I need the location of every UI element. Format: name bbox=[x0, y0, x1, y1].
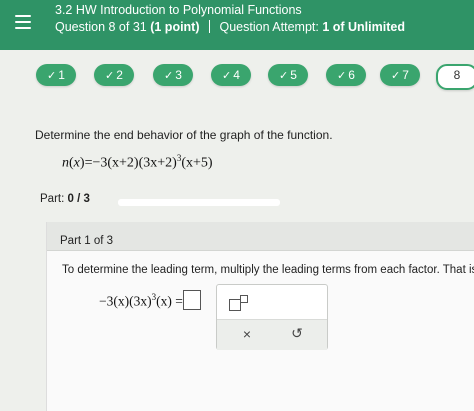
question-nav-item-6[interactable]: ✓ 6 bbox=[326, 64, 366, 86]
attempt-value: 1 of Unlimited bbox=[322, 20, 405, 34]
check-icon: ✓ bbox=[164, 70, 174, 82]
check-icon: ✓ bbox=[105, 70, 115, 82]
part-header: Part 1 of 3 bbox=[47, 222, 474, 251]
answer-input[interactable] bbox=[183, 290, 201, 310]
undo-button[interactable]: ↺ bbox=[287, 325, 307, 342]
math-palette: × ↺ bbox=[216, 284, 328, 350]
question-nav-item-1[interactable]: ✓ 1 bbox=[36, 64, 76, 86]
assignment-header: 3.2 HW Introduction to Polynomial Functi… bbox=[0, 0, 474, 50]
part-panel: Part 1 of 3 To determine the leading ter… bbox=[46, 222, 474, 411]
clear-button[interactable]: × bbox=[237, 326, 257, 342]
question-nav-item-5[interactable]: ✓ 5 bbox=[268, 64, 308, 86]
check-icon: ✓ bbox=[391, 70, 401, 82]
part-instruction: To determine the leading term, multiply … bbox=[62, 264, 474, 276]
check-icon: ✓ bbox=[47, 70, 57, 82]
question-nav-item-3[interactable]: ✓ 3 bbox=[153, 64, 193, 86]
function-equation: n(x)=−3(x+2)(3x+2)3(x+5) bbox=[62, 153, 213, 171]
exponent-template-sup bbox=[240, 295, 248, 303]
question-nav-item-8[interactable]: 8 bbox=[436, 64, 474, 90]
header-divider bbox=[209, 20, 210, 33]
menu-icon[interactable] bbox=[15, 15, 31, 29]
assignment-title: 3.2 HW Introduction to Polynomial Functi… bbox=[55, 3, 302, 17]
question-nav: ✓ 1 ✓ 2 ✓ 3 ✓ 4 ✓ 5 ✓ 6 ✓ 7 8 bbox=[0, 64, 474, 90]
check-icon: ✓ bbox=[222, 70, 232, 82]
question-nav-item-2[interactable]: ✓ 2 bbox=[94, 64, 134, 86]
question-points: (1 point) bbox=[150, 20, 200, 34]
question-nav-item-7[interactable]: ✓ 7 bbox=[380, 64, 420, 86]
question-label: Question 8 of 31 bbox=[55, 20, 147, 34]
check-icon: ✓ bbox=[279, 70, 289, 82]
attempt-label: Question Attempt: bbox=[219, 20, 319, 34]
question-prompt: Determine the end behavior of the graph … bbox=[35, 128, 333, 142]
part-progress-label: Part: bbox=[40, 193, 65, 205]
leading-term-expression: −3(x)(3x)3(x) = bbox=[99, 292, 183, 309]
question-nav-item-4[interactable]: ✓ 4 bbox=[211, 64, 251, 86]
palette-footer: × ↺ bbox=[217, 319, 327, 350]
question-info: Question 8 of 31 (1 point) Question Atte… bbox=[55, 20, 405, 34]
part-progress-value: 0 / 3 bbox=[67, 193, 90, 205]
part-progress: Part: 0 / 3 bbox=[40, 193, 90, 205]
part-title: Part 1 of 3 bbox=[60, 235, 114, 247]
part-progress-bar bbox=[118, 199, 280, 206]
check-icon: ✓ bbox=[337, 70, 347, 82]
